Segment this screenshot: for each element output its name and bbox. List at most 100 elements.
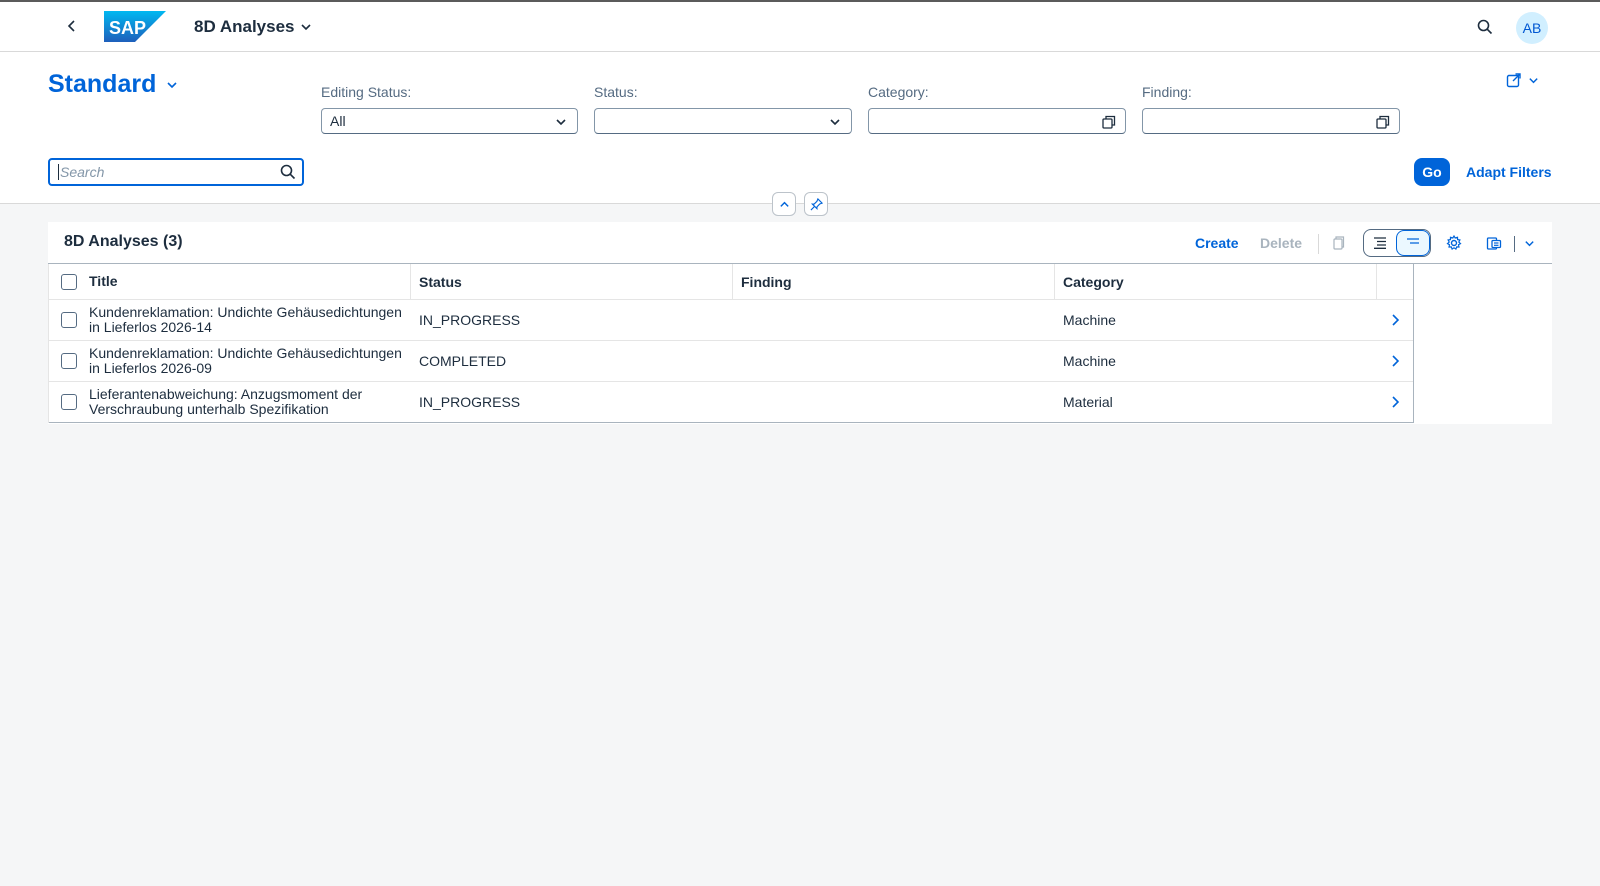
variant-selector[interactable]: Standard (48, 70, 178, 99)
back-button[interactable] (60, 14, 84, 38)
filter-label: Finding: (1142, 84, 1192, 100)
cell-title: Kundenreklamation: Undichte Gehäusedicht… (89, 304, 402, 335)
sap-logo[interactable]: SAP (104, 11, 166, 42)
share-button[interactable] (1506, 72, 1539, 88)
column-header-finding[interactable]: Finding (733, 264, 1055, 299)
export-excel-icon (1486, 237, 1502, 250)
column-header-nav (1377, 264, 1413, 299)
value-help-icon[interactable] (1375, 114, 1391, 130)
finding-input[interactable] (1142, 108, 1400, 134)
row-navigation[interactable] (1377, 341, 1413, 381)
chevron-right-icon (1392, 355, 1400, 367)
chevron-right-icon (1392, 396, 1400, 408)
table-card: 8D Analyses (3) Create Delete Title Stat… (48, 222, 1552, 424)
select-value: All (330, 113, 346, 129)
row-select-cell (49, 300, 89, 340)
chevron-right-icon (1392, 314, 1400, 326)
chevron-down-icon (301, 24, 312, 31)
cell-status: IN_PROGRESS (419, 312, 521, 328)
gear-icon (1446, 235, 1462, 251)
toolbar-separator (1318, 234, 1319, 254)
search-placeholder: Search (58, 164, 105, 180)
list-collapse-icon (1407, 238, 1419, 244)
shell-search-button[interactable] (1472, 14, 1498, 40)
cell-finding (733, 341, 1055, 381)
adapt-filters-button[interactable]: Adapt Filters (1466, 164, 1552, 180)
row-navigation[interactable] (1377, 382, 1413, 422)
select-all-checkbox[interactable] (61, 273, 77, 290)
filter-editing-status: Editing Status: All (321, 84, 578, 134)
chevron-down-icon (1529, 77, 1538, 83)
cell-category: Machine (1063, 353, 1116, 369)
chevron-down-icon (1524, 240, 1534, 246)
column-header-status[interactable]: Status (411, 264, 733, 299)
category-input[interactable] (868, 108, 1126, 134)
copy-icon (1333, 236, 1345, 250)
cell-category: Material (1063, 394, 1113, 410)
column-header-title[interactable]: Title (89, 264, 411, 299)
settings-button[interactable] (1442, 231, 1466, 255)
cell-status: IN_PROGRESS (419, 394, 521, 410)
chevron-down-icon[interactable] (553, 114, 569, 130)
create-button[interactable]: Create (1195, 235, 1239, 251)
row-select-cell (49, 382, 89, 422)
chevron-down-icon[interactable] (827, 114, 843, 130)
search-icon (1477, 19, 1493, 35)
row-checkbox[interactable] (61, 312, 77, 328)
logo-text: SAP (109, 18, 146, 38)
collapse-header-button[interactable] (772, 192, 796, 216)
go-button[interactable]: Go (1414, 158, 1450, 186)
user-avatar[interactable]: AB (1516, 12, 1548, 44)
cell-title: Lieferantenabweichung: Anzugsmoment der … (89, 386, 363, 417)
view-mode-segmented (1363, 229, 1431, 257)
table-header-row: Title Status Finding Category (49, 264, 1413, 300)
cell-title: Kundenreklamation: Undichte Gehäusedicht… (89, 345, 402, 376)
cell-finding (733, 382, 1055, 422)
editing-status-select[interactable]: All (321, 108, 578, 134)
row-navigation[interactable] (1377, 300, 1413, 340)
toolbar-separator (1514, 236, 1515, 252)
filter-label: Category: (868, 84, 929, 100)
expand-view-toggle[interactable] (1364, 230, 1396, 256)
table-row[interactable]: Kundenreklamation: Undichte Gehäusedicht… (49, 341, 1413, 382)
column-header-category[interactable]: Category (1055, 264, 1377, 299)
search-icon[interactable] (280, 164, 296, 185)
compact-view-toggle[interactable] (1396, 230, 1430, 256)
avatar-initials: AB (1522, 20, 1542, 36)
filter-finding: Finding: (1142, 84, 1400, 134)
chevron-down-icon (167, 81, 177, 88)
row-select-cell (49, 341, 89, 381)
chevron-up-icon (779, 201, 789, 207)
chevron-left-icon (67, 20, 75, 32)
filter-label: Status: (594, 84, 638, 100)
analyses-table: Title Status Finding Category Kundenrekl… (48, 264, 1414, 423)
cell-finding (733, 300, 1055, 340)
status-select[interactable] (594, 108, 852, 134)
value-help-icon[interactable] (1101, 114, 1117, 130)
table-row[interactable]: Kundenreklamation: Undichte Gehäusedicht… (49, 300, 1413, 341)
app-title: 8D Analyses (194, 17, 295, 36)
export-button[interactable] (1482, 231, 1506, 255)
table-row[interactable]: Lieferantenabweichung: Anzugsmoment der … (49, 382, 1413, 423)
filter-category: Category: (868, 84, 1126, 134)
pin-icon (810, 197, 823, 210)
share-icon (1506, 73, 1521, 88)
row-checkbox[interactable] (61, 353, 77, 369)
cell-status: COMPLETED (419, 353, 507, 369)
select-all-cell (49, 264, 89, 299)
shell-bar: SAP 8D Analyses AB (0, 0, 1600, 52)
cell-category: Machine (1063, 312, 1116, 328)
copy-button[interactable] (1326, 231, 1350, 255)
filter-label: Editing Status: (321, 84, 412, 100)
list-indent-icon (1374, 237, 1386, 249)
pin-header-button[interactable] (804, 192, 828, 216)
table-title: 8D Analyses (3) (64, 233, 183, 250)
app-title-menu[interactable]: 8D Analyses (194, 17, 312, 37)
row-checkbox[interactable] (61, 394, 77, 410)
table-toolbar: 8D Analyses (3) Create Delete (48, 222, 1552, 264)
search-input[interactable]: Search (48, 158, 304, 186)
export-menu-button[interactable] (1517, 231, 1541, 255)
filter-status: Status: (594, 84, 852, 134)
variant-name: Standard (48, 70, 157, 98)
delete-button[interactable]: Delete (1260, 235, 1302, 251)
